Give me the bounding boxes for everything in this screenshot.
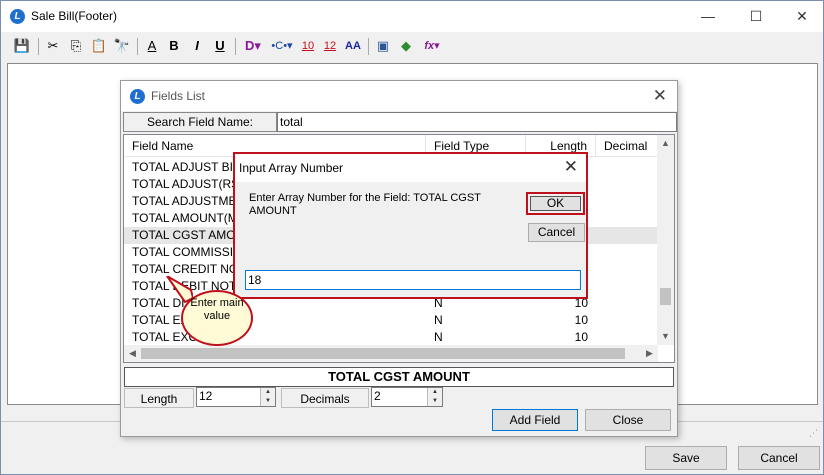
number-12-icon[interactable]: 12 [321, 37, 339, 55]
copy-icon[interactable]: ⎘ [67, 37, 85, 55]
data-dropdown-icon[interactable]: D▾ [241, 37, 265, 55]
search-row: Search Field Name: [123, 112, 677, 132]
italic-icon[interactable]: I [188, 37, 206, 55]
length-cell: 10 [574, 330, 588, 344]
bold-icon[interactable]: B [165, 37, 183, 55]
app-logo-icon: L [130, 89, 145, 104]
minimize-icon[interactable]: — [685, 5, 731, 27]
callout-text: Enter main value [190, 297, 244, 322]
decimals-label: Decimals [281, 388, 369, 408]
vertical-scrollbar[interactable]: ▲ ▼ [657, 135, 674, 345]
close-icon[interactable]: ✕ [564, 157, 578, 177]
stepper-arrows-icon[interactable]: ▲ ▼ [260, 388, 275, 406]
scroll-right-icon[interactable]: ▶ [641, 345, 658, 362]
scroll-thumb[interactable] [141, 348, 625, 359]
insert-dropdown-icon[interactable]: •C•▾ [268, 37, 296, 55]
app-logo-icon: L [10, 9, 25, 24]
selected-field-display: TOTAL CGST AMOUNT [124, 367, 674, 387]
toolbar-separator [235, 38, 236, 55]
column-header-decimal[interactable]: Decimal [596, 135, 658, 157]
close-icon[interactable]: ✕ [779, 5, 824, 27]
instruction-callout: Enter main value [181, 290, 253, 346]
font-size-icon[interactable]: AA [344, 37, 362, 55]
paste-icon[interactable]: 📋 [90, 37, 108, 55]
array-number-prompt: Enter Array Number for the Field: TOTAL … [249, 192, 481, 217]
save-button[interactable]: Save [645, 446, 727, 470]
field-name-cell: TOTAL EX [132, 313, 189, 327]
number-10-icon[interactable]: 10 [299, 37, 317, 55]
stepper-arrows-icon[interactable]: ▲ ▼ [427, 388, 442, 406]
toolbar-separator [368, 38, 369, 55]
scroll-left-icon[interactable]: ◀ [124, 345, 141, 362]
save-icon[interactable]: 💾 [13, 37, 31, 55]
toolbar-separator [137, 38, 138, 55]
scroll-up-icon[interactable]: ▲ [657, 135, 674, 152]
input-array-dialog: Input Array Number ✕ Enter Array Number … [233, 152, 588, 299]
field-type-cell: N [434, 330, 443, 344]
field-type-cell: N [434, 313, 443, 327]
decimals-stepper[interactable]: 2 ▲ ▼ [371, 387, 443, 407]
decimals-value: 2 [374, 389, 381, 403]
toolbar-separator [38, 38, 39, 55]
length-label: Length [124, 388, 194, 408]
maximize-icon[interactable]: ☐ [733, 5, 779, 27]
properties-icon[interactable]: ▣ [374, 37, 392, 55]
close-icon[interactable]: ✕ [653, 86, 667, 106]
dialog-cancel-button[interactable]: Cancel [528, 223, 585, 242]
title-bar: L Sale Bill(Footer) — ☐ ✕ [1, 1, 823, 32]
underline-icon[interactable]: U [211, 37, 229, 55]
input-array-title-bar: Input Array Number ✕ [235, 154, 586, 182]
close-button[interactable]: Close [585, 409, 671, 431]
length-cell: 10 [574, 313, 588, 327]
cancel-button[interactable]: Cancel [738, 446, 820, 470]
field-name-cell: TOTAL EXC [132, 330, 198, 344]
scroll-thumb[interactable] [660, 288, 671, 305]
array-number-input[interactable] [245, 270, 581, 290]
font-icon[interactable]: A [143, 37, 161, 55]
resize-grip-icon[interactable]: ⋰ [809, 428, 819, 438]
toolbar: 💾 ✂ ⎘ 📋 🔭 A B I U D▾ •C•▾ 10 12 AA ▣ ◆ f… [1, 32, 823, 62]
length-value: 12 [199, 389, 213, 403]
ok-highlight: OK [526, 192, 585, 215]
cut-icon[interactable]: ✂ [44, 37, 62, 55]
window-title: Sale Bill(Footer) [31, 9, 118, 23]
ok-button[interactable]: OK [530, 196, 581, 211]
horizontal-scrollbar[interactable]: ◀ ▶ [124, 345, 658, 362]
input-array-title: Input Array Number [239, 161, 344, 175]
scroll-down-icon[interactable]: ▼ [657, 328, 674, 345]
shapes-icon[interactable]: ◆ [397, 37, 415, 55]
fields-list-title-bar: L Fields List ✕ [121, 81, 677, 111]
find-icon[interactable]: 🔭 [113, 37, 131, 55]
length-stepper[interactable]: 12 ▲ ▼ [196, 387, 276, 407]
search-input[interactable] [277, 112, 677, 132]
function-dropdown-icon[interactable]: fx▾ [420, 37, 444, 55]
fields-list-title: Fields List [151, 89, 206, 103]
search-label: Search Field Name: [123, 112, 277, 132]
add-field-button[interactable]: Add Field [492, 409, 578, 431]
